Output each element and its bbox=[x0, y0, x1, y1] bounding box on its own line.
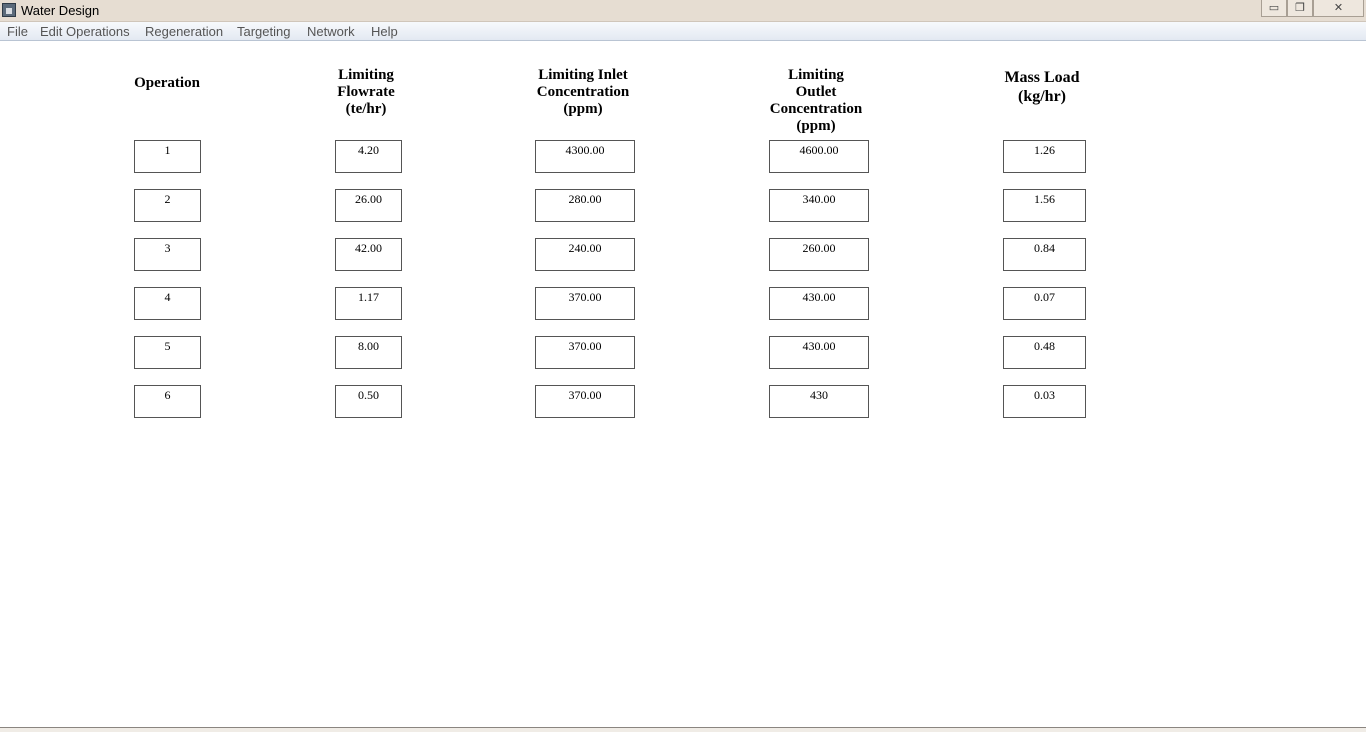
operation-field[interactable]: 1 bbox=[134, 140, 201, 173]
mass-load-field[interactable]: 0.03 bbox=[1003, 385, 1086, 418]
header-inlet-line-1: Limiting Inlet bbox=[538, 67, 628, 83]
operation-field[interactable]: 5 bbox=[134, 336, 201, 369]
header-limiting-inlet-concentration: Limiting Inlet Concentration (ppm) bbox=[513, 67, 653, 118]
maximize-button[interactable]: ❐ bbox=[1287, 0, 1313, 17]
title-bar: Water Design ▭ ❐ ✕ bbox=[0, 0, 1366, 22]
outlet-concentration-field[interactable]: 340.00 bbox=[769, 189, 869, 222]
close-button[interactable]: ✕ bbox=[1313, 0, 1364, 17]
menu-help[interactable]: Help bbox=[371, 23, 398, 40]
header-outlet-line-4: (ppm) bbox=[796, 118, 836, 134]
header-limiting-flowrate-line-1: Limiting bbox=[338, 67, 394, 83]
header-operation: Operation bbox=[117, 75, 217, 92]
flowrate-field[interactable]: 0.50 bbox=[335, 385, 402, 418]
header-limiting-flowrate-line-3: (te/hr) bbox=[345, 101, 387, 117]
menu-bar: File Edit Operations Regeneration Target… bbox=[0, 22, 1366, 41]
outlet-concentration-field[interactable]: 430.00 bbox=[769, 336, 869, 369]
inlet-concentration-field[interactable]: 4300.00 bbox=[535, 140, 635, 173]
header-limiting-outlet-concentration: Limiting Outlet Concentration (ppm) bbox=[746, 67, 886, 135]
mass-load-field[interactable]: 0.48 bbox=[1003, 336, 1086, 369]
menu-edit-operations[interactable]: Edit Operations bbox=[40, 23, 130, 40]
header-limiting-flowrate: Limiting Flowrate (te/hr) bbox=[306, 67, 426, 118]
header-mass-load: Mass Load (kg/hr) bbox=[982, 68, 1102, 106]
mass-load-field[interactable]: 0.07 bbox=[1003, 287, 1086, 320]
flowrate-field[interactable]: 42.00 bbox=[335, 238, 402, 271]
window-title: Water Design bbox=[21, 3, 100, 18]
operation-field[interactable]: 3 bbox=[134, 238, 201, 271]
operation-field[interactable]: 2 bbox=[134, 189, 201, 222]
header-mass-load-line-1: Mass Load bbox=[1004, 69, 1080, 86]
flowrate-field[interactable]: 4.20 bbox=[335, 140, 402, 173]
mass-load-field[interactable]: 1.56 bbox=[1003, 189, 1086, 222]
inlet-concentration-field[interactable]: 280.00 bbox=[535, 189, 635, 222]
operation-field[interactable]: 6 bbox=[134, 385, 201, 418]
app-icon[interactable] bbox=[2, 3, 16, 17]
menu-file[interactable]: File bbox=[7, 23, 28, 40]
header-inlet-line-3: (ppm) bbox=[563, 101, 603, 117]
flowrate-field[interactable]: 26.00 bbox=[335, 189, 402, 222]
window-bottom-edge bbox=[0, 727, 1366, 732]
header-outlet-line-1: Limiting bbox=[788, 67, 844, 83]
header-outlet-line-2: Outlet bbox=[795, 84, 837, 100]
minimize-button[interactable]: ▭ bbox=[1261, 0, 1287, 17]
outlet-concentration-field[interactable]: 430 bbox=[769, 385, 869, 418]
flowrate-field[interactable]: 1.17 bbox=[335, 287, 402, 320]
mass-load-field[interactable]: 1.26 bbox=[1003, 140, 1086, 173]
operation-field[interactable]: 4 bbox=[134, 287, 201, 320]
menu-network[interactable]: Network bbox=[307, 23, 355, 40]
mass-load-field[interactable]: 0.84 bbox=[1003, 238, 1086, 271]
header-mass-load-line-2: (kg/hr) bbox=[1018, 88, 1066, 105]
header-inlet-line-2: Concentration bbox=[536, 84, 630, 100]
header-operation-line-1: Operation bbox=[134, 75, 200, 91]
menu-regeneration[interactable]: Regeneration bbox=[145, 23, 223, 40]
inlet-concentration-field[interactable]: 240.00 bbox=[535, 238, 635, 271]
inlet-concentration-field[interactable]: 370.00 bbox=[535, 287, 635, 320]
outlet-concentration-field[interactable]: 260.00 bbox=[769, 238, 869, 271]
inlet-concentration-field[interactable]: 370.00 bbox=[535, 336, 635, 369]
header-outlet-line-3: Concentration bbox=[769, 101, 863, 117]
flowrate-field[interactable]: 8.00 bbox=[335, 336, 402, 369]
outlet-concentration-field[interactable]: 4600.00 bbox=[769, 140, 869, 173]
inlet-concentration-field[interactable]: 370.00 bbox=[535, 385, 635, 418]
outlet-concentration-field[interactable]: 430.00 bbox=[769, 287, 869, 320]
menu-targeting[interactable]: Targeting bbox=[237, 23, 290, 40]
header-limiting-flowrate-line-2: Flowrate bbox=[337, 84, 395, 100]
